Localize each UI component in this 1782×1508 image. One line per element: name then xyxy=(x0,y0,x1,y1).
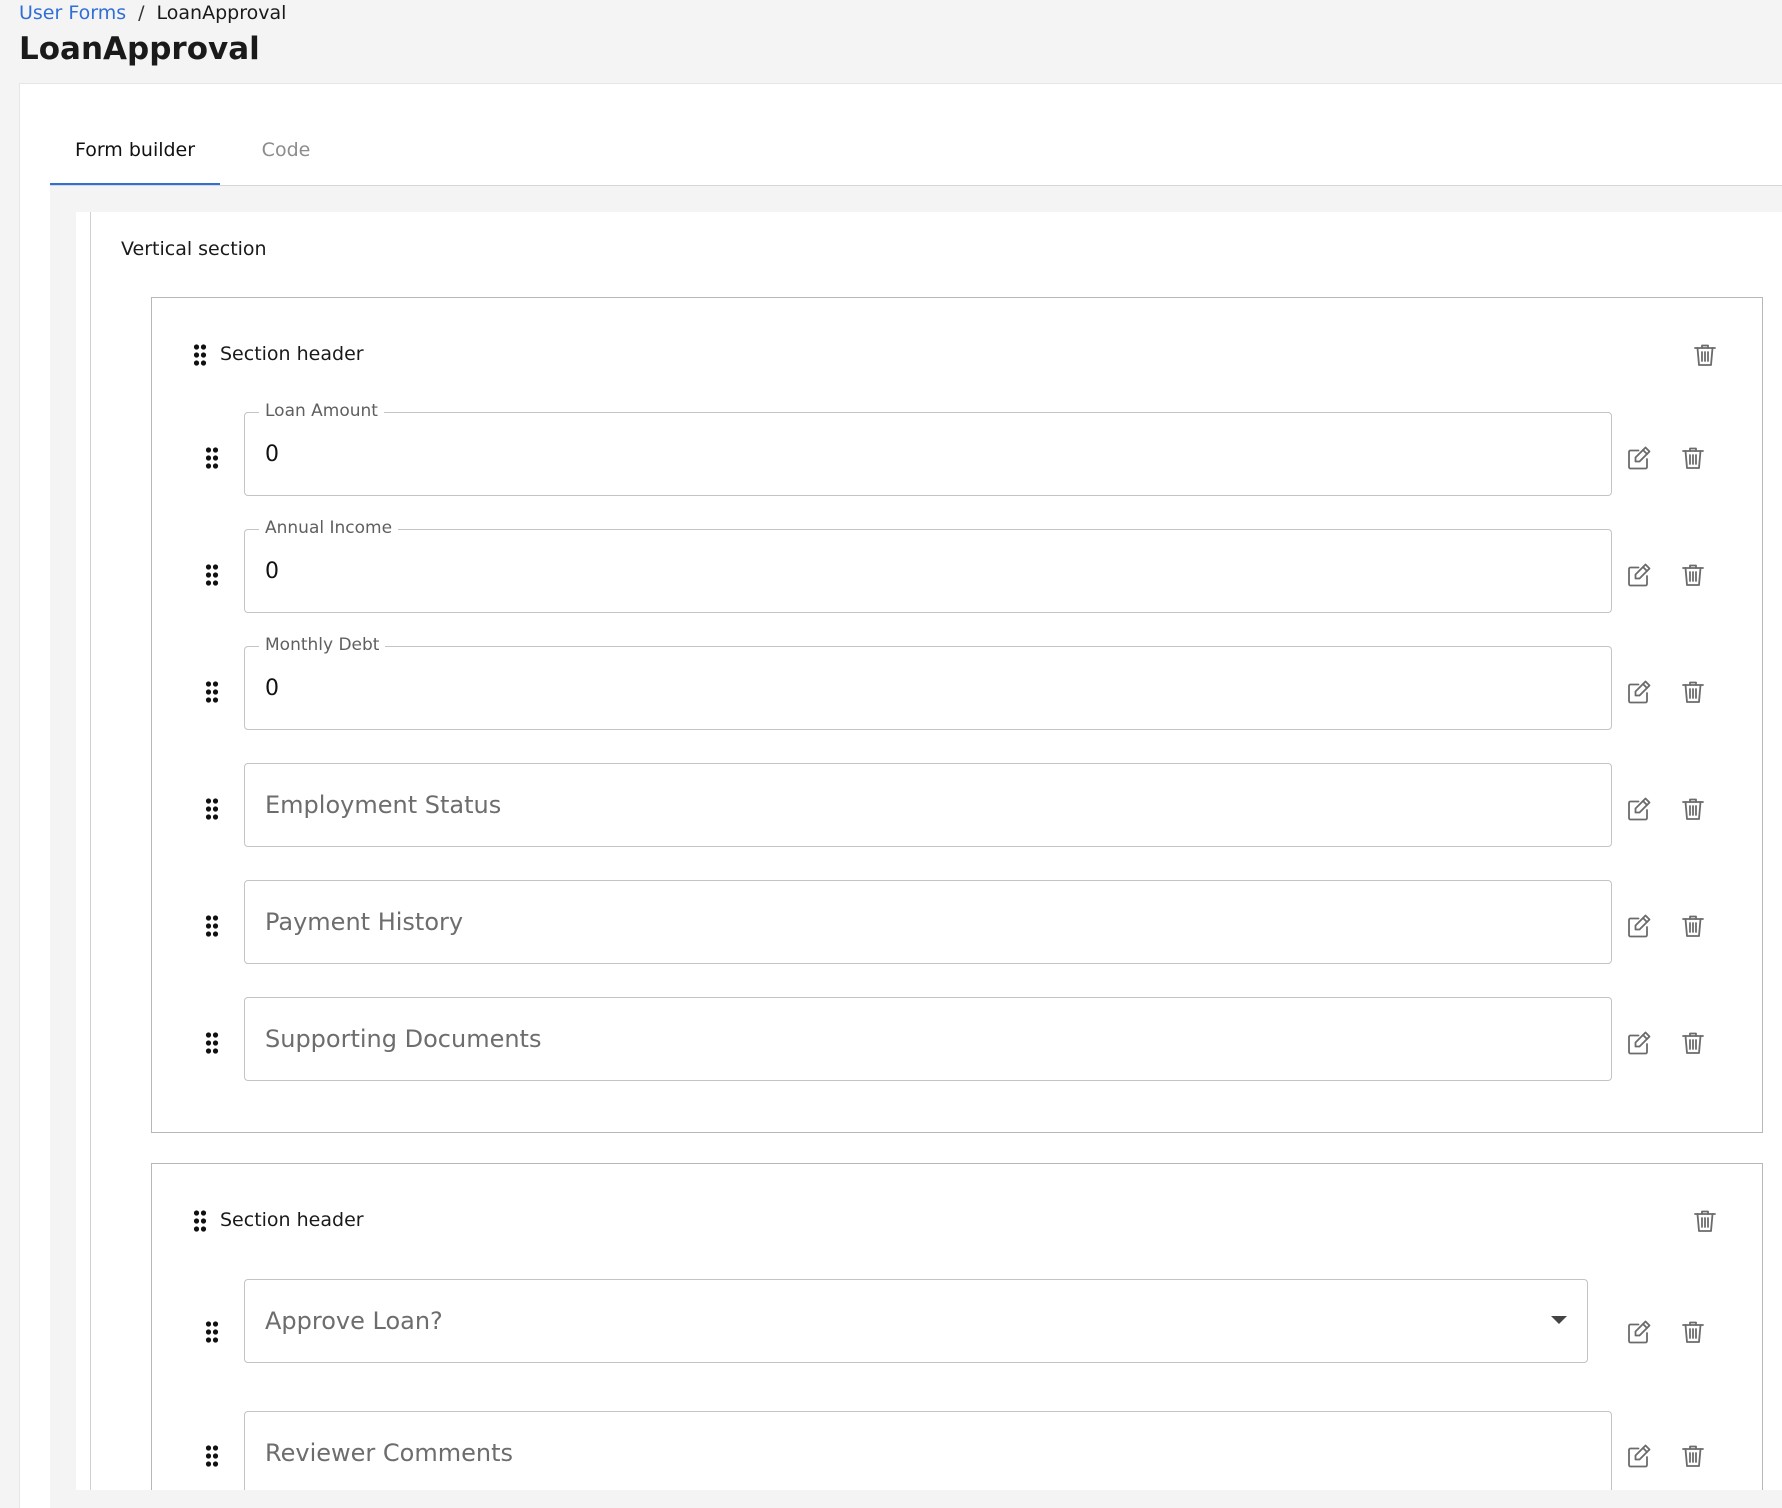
trash-icon[interactable] xyxy=(1691,1207,1719,1235)
drag-handle-icon[interactable] xyxy=(205,1321,219,1343)
edit-icon[interactable] xyxy=(1625,1318,1653,1346)
drag-handle-icon[interactable] xyxy=(205,1032,219,1054)
edit-icon[interactable] xyxy=(1625,561,1653,589)
annual-income-field[interactable]: Annual Income 0 xyxy=(244,517,1612,613)
section-header-title: Section header xyxy=(220,1209,364,1231)
field-label: Annual Income xyxy=(259,517,399,539)
trash-icon[interactable] xyxy=(1679,561,1707,589)
trash-icon[interactable] xyxy=(1679,444,1707,472)
vertical-section-label: Vertical section xyxy=(121,238,267,260)
payment-history-field[interactable]: Payment History xyxy=(244,880,1612,964)
field-value: 0 xyxy=(265,441,279,467)
breadcrumb-current: LoanApproval xyxy=(156,2,287,24)
field-value: 0 xyxy=(265,558,279,584)
breadcrumb-separator: / xyxy=(138,2,145,24)
monthly-debt-field[interactable]: Monthly Debt 0 xyxy=(244,634,1612,730)
supporting-documents-field[interactable]: Supporting Documents xyxy=(244,997,1612,1081)
drag-handle-icon[interactable] xyxy=(205,915,219,937)
edit-icon[interactable] xyxy=(1625,444,1653,472)
trash-icon[interactable] xyxy=(1679,1318,1707,1346)
section-header-title: Section header xyxy=(220,343,364,365)
trash-icon[interactable] xyxy=(1679,795,1707,823)
loan-amount-field[interactable]: Loan Amount 0 xyxy=(244,400,1612,496)
trash-icon[interactable] xyxy=(1679,1442,1707,1470)
drag-handle-icon[interactable] xyxy=(205,681,219,703)
drag-handle-icon[interactable] xyxy=(205,447,219,469)
viewport-bottom-edge xyxy=(76,1490,1782,1508)
trash-icon[interactable] xyxy=(1691,341,1719,369)
tab-form-builder[interactable]: Form builder xyxy=(50,126,220,186)
drag-handle-icon[interactable] xyxy=(205,564,219,586)
drag-handle-icon[interactable] xyxy=(205,798,219,820)
drag-handle-icon[interactable] xyxy=(205,1445,219,1467)
field-placeholder: Approve Loan? xyxy=(265,1307,443,1335)
field-placeholder: Payment History xyxy=(265,908,464,936)
breadcrumb: User Forms / LoanApproval xyxy=(19,0,286,26)
page-title: LoanApproval xyxy=(19,31,260,67)
trash-icon[interactable] xyxy=(1679,912,1707,940)
edit-icon[interactable] xyxy=(1625,1029,1653,1057)
edit-icon[interactable] xyxy=(1625,912,1653,940)
reviewer-comments-field[interactable]: Reviewer Comments xyxy=(244,1411,1612,1495)
approve-loan-select[interactable]: Approve Loan? xyxy=(244,1279,1588,1363)
trash-icon[interactable] xyxy=(1679,678,1707,706)
vertical-section-guide xyxy=(90,212,91,1490)
field-placeholder: Employment Status xyxy=(265,791,502,819)
edit-icon[interactable] xyxy=(1625,795,1653,823)
field-value: 0 xyxy=(265,675,279,701)
breadcrumb-user-forms-link[interactable]: User Forms xyxy=(19,2,126,24)
chevron-down-icon[interactable] xyxy=(1551,1316,1567,1324)
edit-icon[interactable] xyxy=(1625,678,1653,706)
tab-code[interactable]: Code xyxy=(236,126,336,186)
trash-icon[interactable] xyxy=(1679,1029,1707,1057)
drag-handle-icon[interactable] xyxy=(193,344,207,366)
field-placeholder: Supporting Documents xyxy=(265,1025,542,1053)
employment-status-field[interactable]: Employment Status xyxy=(244,763,1612,847)
edit-icon[interactable] xyxy=(1625,1442,1653,1470)
drag-handle-icon[interactable] xyxy=(193,1210,207,1232)
field-placeholder: Reviewer Comments xyxy=(265,1439,513,1467)
